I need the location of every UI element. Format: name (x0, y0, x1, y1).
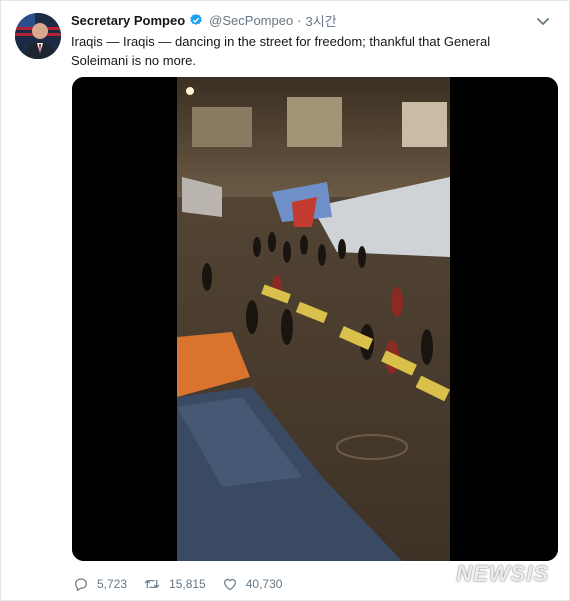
verified-badge-icon (190, 13, 202, 25)
avatar[interactable] (15, 13, 61, 59)
retweet-icon (144, 579, 160, 589)
tweet-video[interactable] (72, 77, 558, 561)
heart-icon (223, 578, 236, 591)
tweet-header: Secretary Pompeo @SecPompeo · 3시간 (71, 11, 337, 29)
author-handle[interactable]: @SecPompeo (209, 13, 293, 28)
video-frame (72, 77, 558, 561)
retweet-count: 15,815 (169, 577, 206, 591)
retweet-button[interactable]: 15,815 (143, 576, 206, 592)
reply-button[interactable]: 5,723 (73, 576, 127, 592)
tweet-text: Iraqis — Iraqis — dancing in the street … (71, 34, 491, 68)
like-button[interactable]: 40,730 (222, 576, 283, 592)
reply-count: 5,723 (97, 577, 128, 591)
header-separator: · (297, 12, 302, 28)
author-name[interactable]: Secretary Pompeo (71, 13, 185, 28)
newsis-watermark: NEWSIS (456, 561, 549, 586)
like-count: 40,730 (245, 577, 283, 591)
reply-icon (75, 578, 87, 591)
tweet-timestamp[interactable]: 3시간 (306, 11, 337, 30)
chevron-down-icon[interactable] (535, 13, 551, 29)
tweet-actions: 5,723 15,815 40,730 (73, 575, 298, 593)
tweet-card: Secretary Pompeo @SecPompeo · 3시간 Iraqis… (0, 0, 570, 601)
